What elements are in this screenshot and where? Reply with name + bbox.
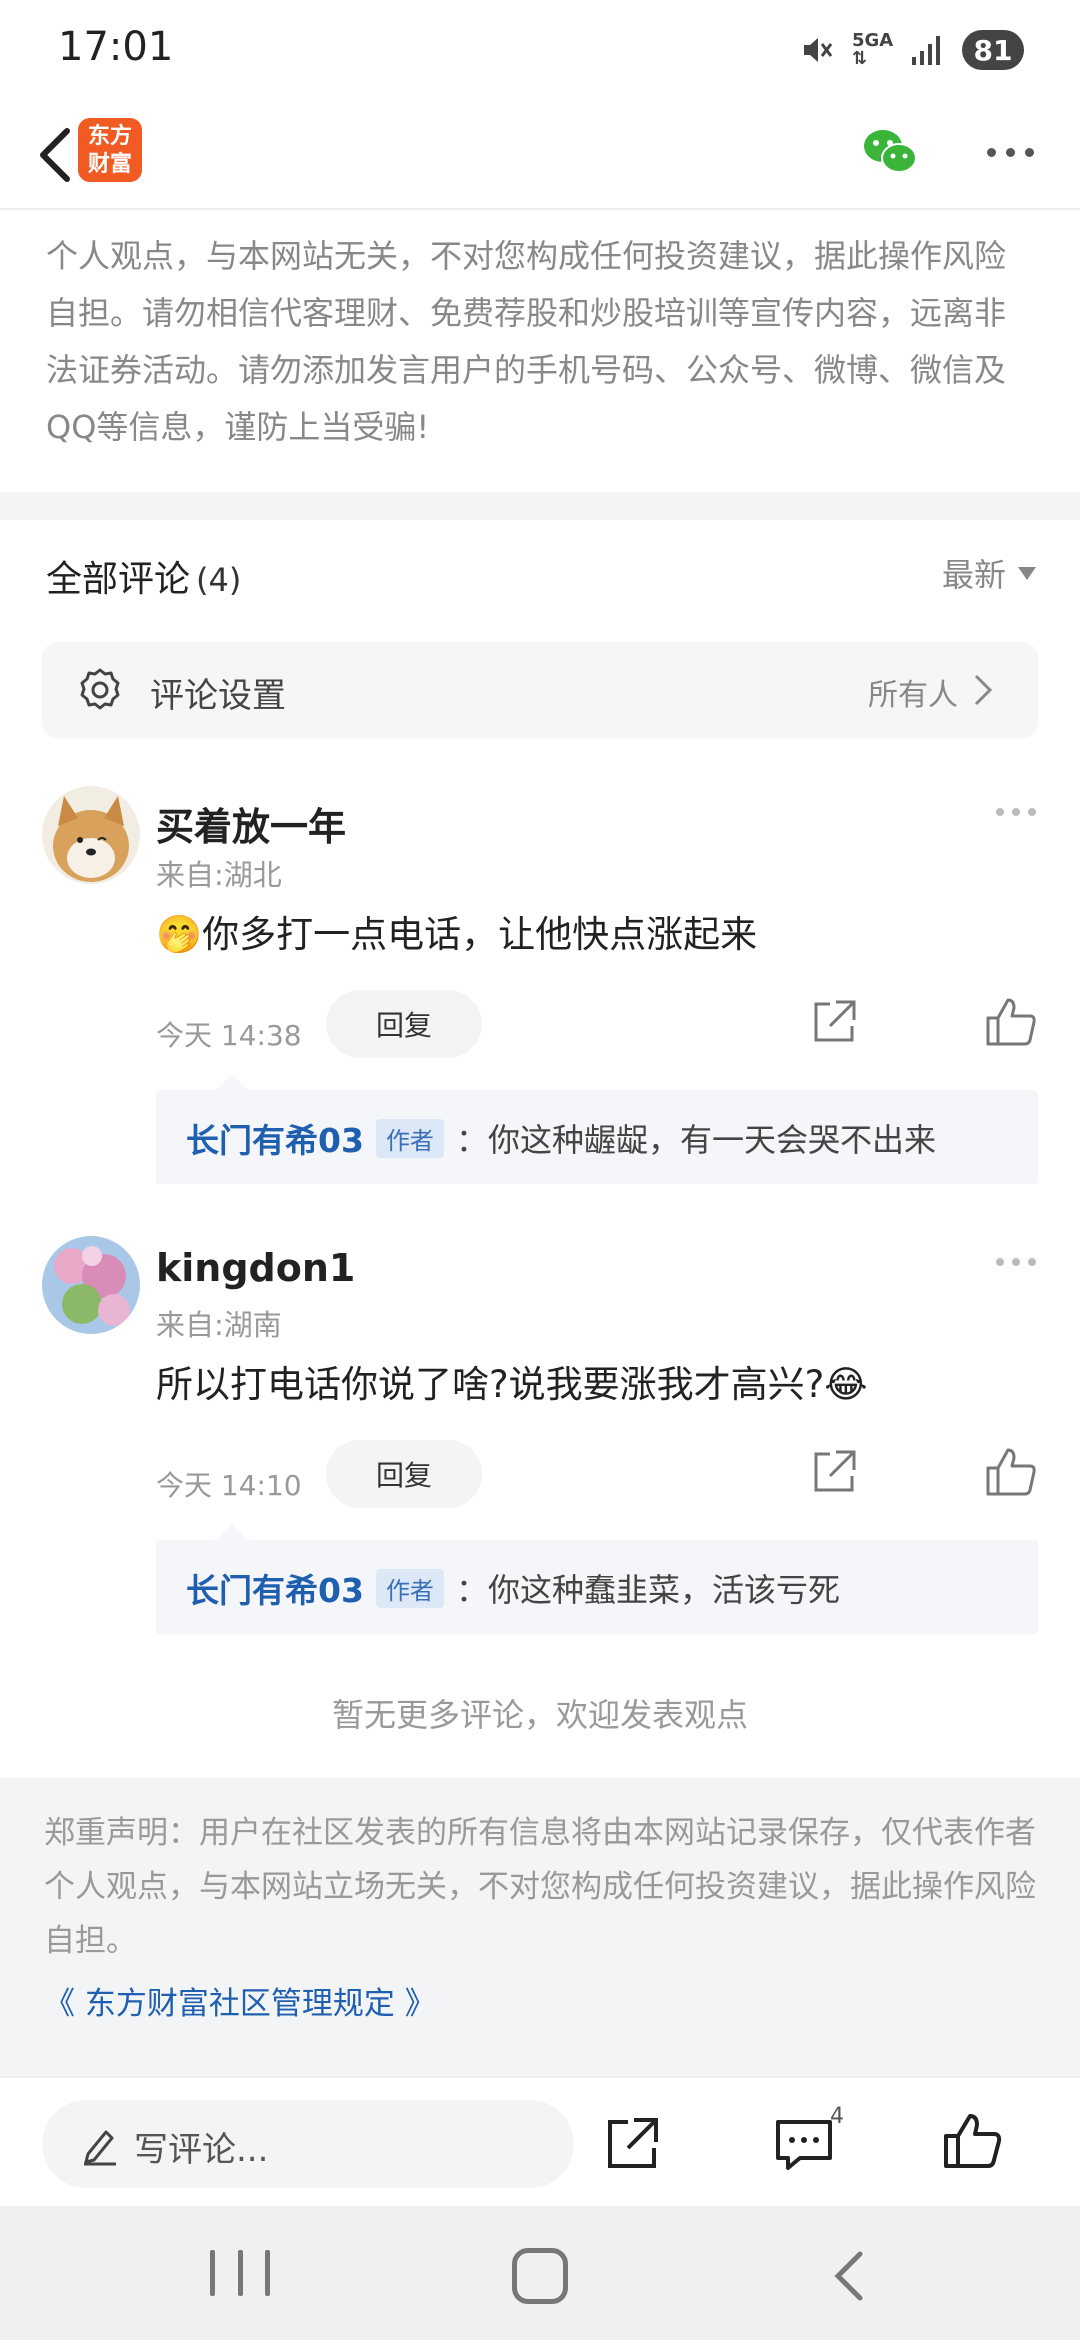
chevron-right-icon (974, 674, 993, 706)
comment-settings-row[interactable]: 评论设置 所有人 (42, 642, 1038, 738)
reply-separator: ： (455, 1571, 488, 1609)
network-type: 5GA ⇅ (852, 32, 893, 69)
reply-button[interactable]: 回复 (326, 990, 482, 1058)
thumbs-up-icon[interactable] (980, 992, 1040, 1052)
sort-label: 最新 (941, 556, 1006, 594)
no-more-comments: 暂无更多评论，欢迎发表观点 (331, 1696, 748, 1734)
more-icon-dot (1012, 808, 1020, 816)
community-rules-link[interactable]: 《 东方财富社区管理规定 》 (44, 1978, 1036, 2023)
share-icon[interactable] (806, 994, 862, 1050)
thumbs-up-icon[interactable] (980, 1442, 1040, 1502)
comment-item: 买着放一年 来自:湖北 🤭你多打一点电话，让他快点涨起来 今天 14:38 回复… (0, 786, 1080, 1186)
disclaimer-line: QQ等信息，谨防上当受骗! (46, 408, 430, 446)
recent-apps-button[interactable] (210, 2250, 270, 2300)
comments-header: 全部评论 (4) 最新 (0, 520, 1080, 630)
more-button[interactable] (970, 122, 1050, 182)
logo-line-1: 东方 (87, 124, 132, 149)
footer-notice: 郑重声明：用户在社区发表的所有信息将由本网站记录保存，仅代表作者个人观点，与本网… (0, 1778, 1080, 2076)
comment-input-placeholder: 写评论... (134, 2130, 269, 2170)
more-icon-dot (1028, 808, 1036, 816)
reply-content: 长门有希03 作者 ： 你这种蠢韭菜，活该亏死 (186, 1564, 840, 1612)
comment-count-badge: 4 (830, 2104, 844, 2129)
comment-more-button[interactable] (996, 808, 1036, 816)
disclaimer-line: 个人观点，与本网站无关，不对您构成任何投资建议，据此操作风险 (46, 237, 1007, 275)
comment-time: 今天 14:10 (156, 1469, 302, 1502)
gear-icon (80, 668, 120, 710)
eastmoney-logo[interactable]: 东方 财富 (78, 118, 142, 182)
thumbs-up-icon[interactable] (938, 2108, 1004, 2174)
comment-more-button[interactable] (996, 1258, 1036, 1266)
write-comment-input[interactable]: 写评论... (42, 2100, 574, 2188)
signal-icon (910, 33, 944, 67)
wechat-share-button[interactable] (860, 122, 920, 182)
battery-indicator: 81 (962, 30, 1024, 70)
recent-apps-icon (210, 2250, 215, 2296)
wechat-icon (864, 130, 917, 173)
system-navigation-bar (0, 2206, 1080, 2340)
reply-box[interactable]: 长门有希03 作者 ： 你这种龌龊，有一天会哭不出来 (156, 1074, 1038, 1184)
reply-text: 你这种蠢韭菜，活该亏死 (487, 1571, 840, 1609)
author-badge: 作者 (375, 1568, 444, 1608)
recent-apps-icon (265, 2250, 270, 2296)
sort-dropdown[interactable]: 最新 (942, 550, 1036, 596)
reply-box[interactable]: 长门有希03 作者 ： 你这种蠢韭菜，活该亏死 (156, 1524, 1038, 1634)
author-badge: 作者 (375, 1118, 444, 1158)
comments-title: 全部评论 (4) (46, 550, 241, 602)
share-icon[interactable] (600, 2112, 664, 2176)
comment-time: 今天 14:38 (156, 1019, 302, 1052)
disclaimer-line: 自担。请勿相信代客理财、免费荐股和炒股培训等宣传内容，远离非 (46, 294, 1007, 332)
mute-icon (800, 33, 834, 67)
comments-count: (4) (196, 561, 242, 599)
disclaimer-line: 法证券活动。请勿添加发言用户的手机号码、公众号、微博、微信及 (46, 351, 1007, 389)
section-divider (0, 492, 1080, 520)
share-icon[interactable] (806, 1444, 862, 1500)
status-icons: 5GA ⇅ 81 (800, 26, 1024, 74)
more-icon-dot (996, 808, 1004, 816)
more-icon-dot (996, 1258, 1004, 1266)
more-icon-dot (1024, 147, 1034, 157)
reply-content: 长门有希03 作者 ： 你这种龌龊，有一天会哭不出来 (186, 1114, 936, 1162)
reply-button[interactable]: 回复 (326, 1440, 482, 1508)
reply-author[interactable]: 长门有希03 (186, 1564, 364, 1612)
home-button[interactable] (512, 2248, 568, 2304)
more-icon-dot (986, 147, 996, 157)
more-icon-dot (1028, 1258, 1036, 1266)
comment-text: 🤭你多打一点电话，让他快点涨起来 (156, 913, 758, 956)
logo-line-2: 财富 (87, 152, 132, 177)
reply-text: 你这种龌龊，有一天会哭不出来 (487, 1121, 936, 1159)
comment-item: kingdon1 来自:湖南 所以打电话你说了啥?说我要涨我才高兴?😂 今天 1… (0, 1236, 1080, 1636)
top-disclaimer: 个人观点，与本网站无关，不对您构成任何投资建议，据此操作风险 自担。请勿相信代客… (0, 212, 1080, 492)
pencil-icon (84, 2130, 116, 2166)
comment-icon[interactable] (772, 2112, 836, 2176)
system-back-icon[interactable] (820, 2246, 880, 2306)
recent-apps-icon (237, 2250, 243, 2296)
comment-location: 来自:湖南 (156, 1308, 282, 1342)
caret-down-icon (1018, 566, 1036, 580)
status-bar: 17:01 5GA ⇅ 81 (0, 0, 1080, 100)
bottom-action-bar: 写评论... 4 (0, 2076, 1080, 2206)
avatar[interactable] (42, 786, 140, 884)
reply-separator: ： (455, 1121, 488, 1159)
status-time: 17:01 (58, 24, 174, 70)
avatar[interactable] (42, 1236, 140, 1334)
comment-author[interactable]: kingdon1 (156, 1246, 355, 1290)
more-icon-dot (1012, 1258, 1020, 1266)
comment-text: 所以打电话你说了啥?说我要涨我才高兴?😂 (156, 1363, 868, 1406)
settings-value: 所有人 (868, 678, 958, 713)
data-arrows-icon: ⇅ (852, 48, 868, 69)
footer-disclaimer: 郑重声明：用户在社区发表的所有信息将由本网站记录保存，仅代表作者个人观点，与本网… (44, 1815, 1036, 1959)
comments-title-text: 全部评论 (46, 559, 191, 600)
settings-label: 评论设置 (150, 676, 286, 716)
comment-location: 来自:湖北 (156, 858, 282, 892)
reply-author[interactable]: 长门有希03 (186, 1114, 364, 1162)
app-header: 东方 财富 (0, 100, 1080, 210)
more-icon-dot (1005, 147, 1015, 157)
comment-author[interactable]: 买着放一年 (156, 796, 346, 851)
back-icon (40, 128, 70, 182)
